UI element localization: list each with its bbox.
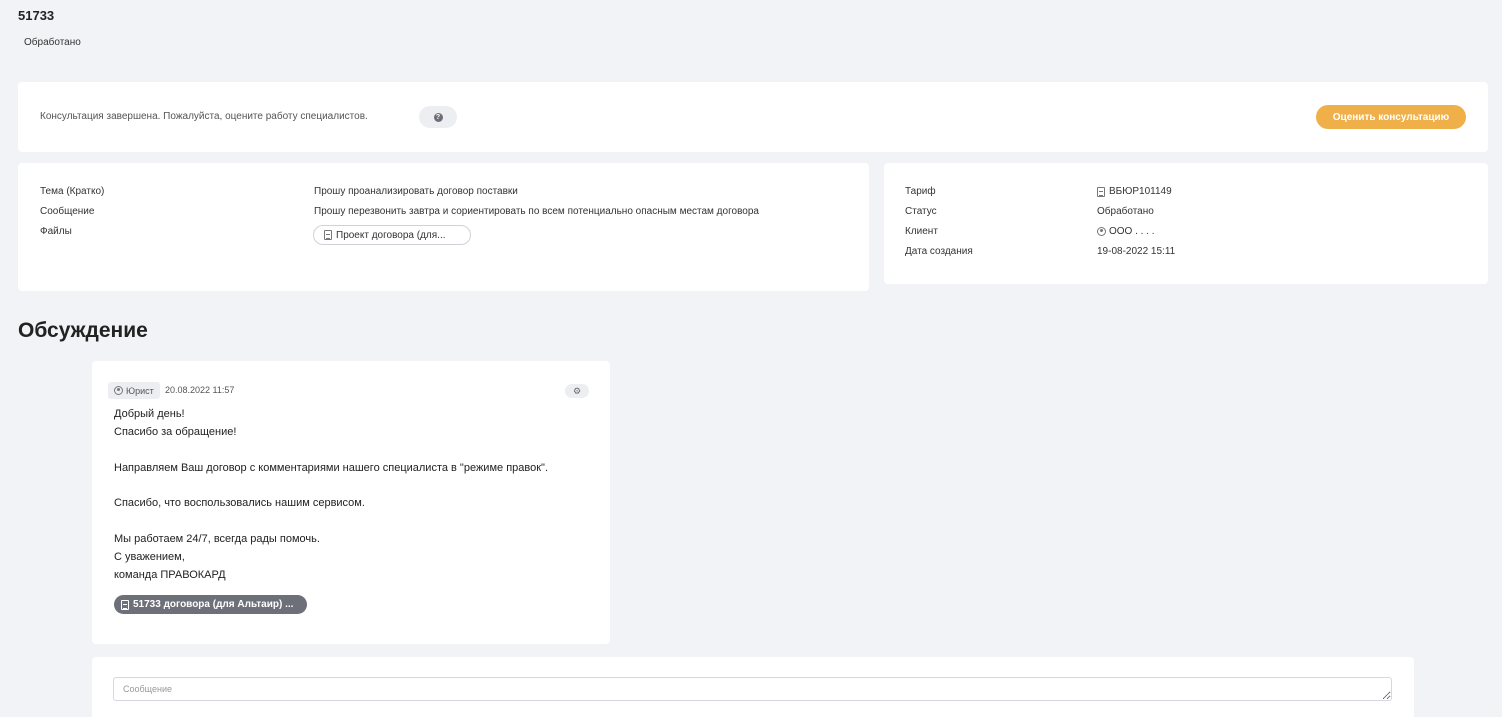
user-icon: [114, 386, 123, 395]
file-name: Проект договора (для...: [336, 229, 446, 241]
attachment-name: 51733 договора (для Альтаир) ...: [133, 599, 294, 610]
topic-label: Тема (Кратко): [40, 186, 105, 197]
message-line: Мы работаем 24/7, всегда рады помочь.: [114, 533, 320, 545]
message-line: Спасибо, что воспользовались нашим серви…: [114, 497, 365, 509]
consultation-status: Обработано: [24, 37, 81, 48]
message-value: Прошу перезвонить завтра и сориентироват…: [314, 206, 759, 217]
discussion-title: Обсуждение: [18, 319, 148, 342]
user-icon: [1097, 227, 1106, 236]
status-value: Обработано: [1097, 206, 1154, 217]
message-options-button[interactable]: ⚙: [565, 384, 589, 398]
message-line: команда ПРАВОКАРД: [114, 569, 226, 581]
consultation-id: 51733: [18, 8, 55, 23]
document-icon: [324, 230, 332, 240]
client-value: ООО . . . .: [1109, 226, 1155, 237]
message-line: Добрый день!: [114, 408, 185, 420]
client-label: Клиент: [905, 226, 938, 237]
message-line: Направляем Ваш договор с комментариями н…: [114, 462, 548, 474]
message-input[interactable]: [113, 677, 1392, 701]
rating-notice-text: Консультация завершена. Пожалуйста, оцен…: [40, 111, 368, 122]
rate-consultation-button[interactable]: Оценить консультацию: [1316, 105, 1466, 129]
client-link[interactable]: ООО . . . .: [1097, 226, 1155, 237]
topic-value: Прошу проанализировать договор поставки: [314, 186, 518, 197]
message-line: Спасибо за обращение!: [114, 426, 237, 438]
message-label: Сообщение: [40, 206, 95, 217]
message-timestamp: 20.08.2022 11:57: [165, 385, 235, 395]
created-label: Дата создания: [905, 246, 973, 257]
author-chip: Юрист: [108, 382, 160, 399]
document-icon: [1097, 186, 1105, 197]
consultation-info-card: Тариф ВБЮР101149 Статус Обработано Клиен…: [884, 163, 1488, 284]
created-value: 19-08-2022 15:11: [1097, 246, 1176, 257]
help-button[interactable]: ?: [419, 106, 457, 128]
file-chip[interactable]: Проект договора (для...: [313, 225, 471, 245]
files-label: Файлы: [40, 226, 72, 237]
discussion-message: Юрист 20.08.2022 11:57 ⚙ Добрый день! Сп…: [92, 361, 610, 644]
tariff-value: ВБЮР101149: [1109, 186, 1172, 197]
author-name: Юрист: [126, 385, 154, 396]
consultation-details-card: Тема (Кратко) Прошу проанализировать дог…: [18, 163, 869, 291]
tariff-label: Тариф: [905, 186, 936, 197]
document-icon: [121, 599, 129, 610]
tariff-link[interactable]: ВБЮР101149: [1097, 186, 1172, 197]
rating-notice-card: Консультация завершена. Пожалуйста, оцен…: [18, 82, 1488, 152]
message-composer: [92, 657, 1414, 717]
gear-icon: ⚙: [572, 385, 582, 396]
question-icon: ?: [433, 112, 443, 122]
message-line: С уважением,: [114, 551, 185, 563]
attachment-chip[interactable]: 51733 договора (для Альтаир) ...: [114, 595, 307, 614]
status-label: Статус: [905, 206, 937, 217]
